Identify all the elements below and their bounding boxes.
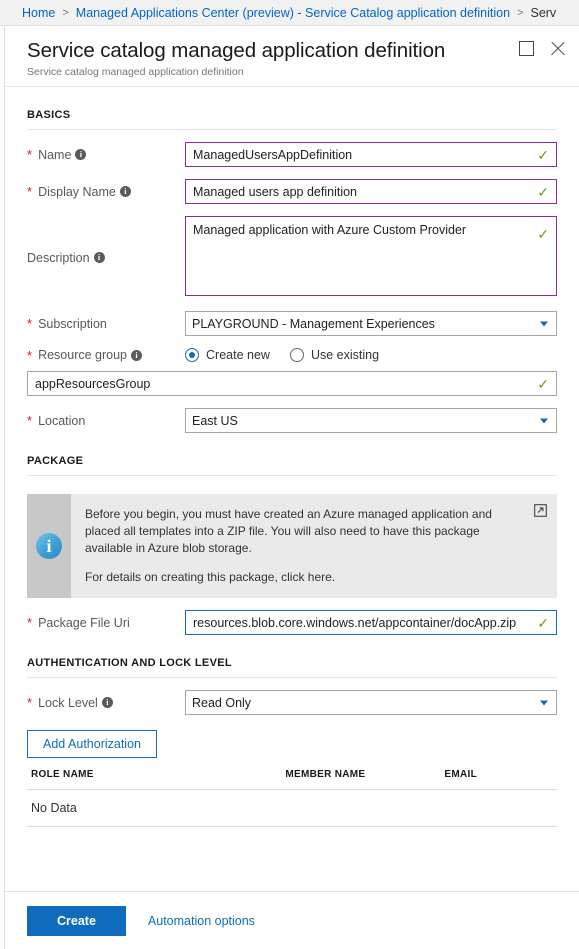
name-input[interactable] <box>185 142 557 167</box>
radio-label-create-new: Create new <box>206 348 270 362</box>
lock-level-select[interactable]: Read Only <box>185 690 557 716</box>
info-box-paragraph-1: Before you begin, you must have created … <box>85 507 492 556</box>
blade-panel: Service catalog managed application defi… <box>4 27 579 949</box>
label-description: Description i <box>27 251 185 265</box>
close-icon[interactable] <box>550 41 565 56</box>
required-asterisk-location: * <box>27 413 33 428</box>
column-header-role-name: ROLE NAME <box>27 769 282 791</box>
resource-group-name-input[interactable] <box>27 371 557 396</box>
input-wrap-resource-group-name: ✓ <box>27 371 557 396</box>
input-wrap-name: ✓ <box>185 142 557 167</box>
field-row-resource-group: * Resource group i Create new Use existi… <box>27 348 557 362</box>
package-file-uri-input[interactable] <box>185 610 557 636</box>
label-name: * Name i <box>27 148 185 162</box>
field-row-name: * Name i ✓ <box>27 142 557 167</box>
label-description-text: Description <box>27 250 90 265</box>
blade-titlebar: Service catalog managed application defi… <box>5 27 579 87</box>
field-row-package-file-uri: * Package File Uri ✓ <box>27 610 557 636</box>
info-box-text: Before you begin, you must have created … <box>71 494 557 598</box>
subscription-select[interactable]: PLAYGROUND - Management Experiences <box>185 311 557 336</box>
breadcrumb-item-managed-applications-center[interactable]: Managed Applications Center (preview) - … <box>76 6 510 20</box>
radio-use-existing[interactable]: Use existing <box>289 348 380 362</box>
label-display-name: * Display Name i <box>27 185 185 199</box>
section-header-basics: BASICS <box>27 109 71 121</box>
required-asterisk-name: * <box>27 147 33 162</box>
field-row-lock-level: * Lock Level i Read Only <box>27 690 557 716</box>
section-divider-package <box>27 475 557 476</box>
automation-options-link[interactable]: Automation options <box>148 914 255 928</box>
maximize-icon[interactable] <box>519 41 534 56</box>
label-subscription: * Subscription <box>27 317 185 331</box>
display-name-input[interactable] <box>185 179 557 204</box>
breadcrumb-separator-icon-2: > <box>517 6 524 19</box>
info-box-band: i <box>27 494 71 599</box>
external-link-icon[interactable] <box>534 504 547 517</box>
required-asterisk-lock-level: * <box>27 695 33 711</box>
info-icon-display-name[interactable]: i <box>119 186 131 197</box>
section-header-authentication: AUTHENTICATION AND LOCK LEVEL <box>27 657 232 670</box>
table-row: No Data <box>27 789 557 828</box>
breadcrumb-item-home[interactable]: Home <box>22 6 55 20</box>
label-name-text: Name <box>38 147 72 162</box>
resource-group-mode-radios: Create new Use existing <box>185 348 557 362</box>
input-wrap-lock-level: Read Only <box>185 690 557 716</box>
field-row-location: * Location East US <box>27 408 557 433</box>
info-icon-name[interactable]: i <box>75 149 87 160</box>
label-location-text: Location <box>38 413 86 428</box>
package-info-box: i Before you begin, you must have create… <box>27 494 557 599</box>
column-header-email: EMAIL <box>440 769 557 791</box>
required-asterisk-subscription: * <box>27 316 33 331</box>
section-divider-authentication <box>27 677 557 679</box>
authorization-table: ROLE NAME MEMBER NAME EMAIL No Data <box>27 769 557 828</box>
breadcrumb-item-current: Serv <box>530 5 557 20</box>
label-package-file-uri: * Package File Uri <box>27 616 185 630</box>
create-button[interactable]: Create <box>27 905 126 936</box>
input-wrap-display-name: ✓ <box>185 179 557 204</box>
label-package-file-uri-text: Package File Uri <box>38 615 130 630</box>
column-header-member-name: MEMBER NAME <box>281 769 441 791</box>
label-lock-level: * Lock Level i <box>27 696 185 710</box>
section-divider-basics <box>27 129 557 130</box>
required-asterisk-package-file-uri: * <box>27 615 33 631</box>
window-controls <box>519 41 565 56</box>
page-subtitle: Service catalog managed application defi… <box>27 66 244 78</box>
table-header-row: ROLE NAME MEMBER NAME EMAIL <box>27 769 557 791</box>
section-header-package: PACKAGE <box>27 455 84 467</box>
radio-dot-create-new[interactable] <box>185 348 199 362</box>
radio-dot-use-existing[interactable] <box>289 348 304 362</box>
info-icon-description[interactable]: i <box>93 252 105 263</box>
description-textarea[interactable]: Managed application with Azure Custom Pr… <box>185 216 557 296</box>
label-subscription-text: Subscription <box>38 316 107 331</box>
table-empty-cell: No Data <box>27 789 557 828</box>
input-wrap-package-file-uri: ✓ <box>185 610 557 636</box>
field-row-subscription: * Subscription PLAYGROUND - Management E… <box>27 311 557 336</box>
info-icon-resource-group[interactable]: i <box>131 349 143 361</box>
radio-create-new[interactable]: Create new <box>185 348 270 362</box>
info-box-paragraph-2: For details on creating this package, cl… <box>85 570 336 585</box>
information-icon: i <box>36 533 62 560</box>
input-wrap-location: East US <box>185 408 557 433</box>
form-body: BASICS * Name i ✓ * Display Name i ✓ <box>5 87 579 828</box>
label-location: * Location <box>27 414 185 428</box>
field-row-description: Description i Managed application with A… <box>27 216 557 299</box>
info-icon-lock-level[interactable]: i <box>101 697 113 709</box>
radio-label-use-existing: Use existing <box>310 348 380 362</box>
label-resource-group: * Resource group i <box>27 348 185 362</box>
breadcrumb-separator-icon: > <box>62 6 69 19</box>
breadcrumb: Home > Managed Applications Center (prev… <box>0 0 579 26</box>
blade-footer: Create Automation options <box>5 891 579 949</box>
input-wrap-description: Managed application with Azure Custom Pr… <box>185 216 557 299</box>
add-authorization-button[interactable]: Add Authorization <box>27 730 157 759</box>
input-wrap-subscription: PLAYGROUND - Management Experiences <box>185 311 557 336</box>
page-title: Service catalog managed application defi… <box>27 39 446 62</box>
required-asterisk-display-name: * <box>27 184 33 199</box>
field-row-display-name: * Display Name i ✓ <box>27 179 557 204</box>
label-resource-group-text: Resource group <box>38 348 128 362</box>
label-lock-level-text: Lock Level <box>38 695 98 710</box>
location-select[interactable]: East US <box>185 408 557 433</box>
label-display-name-text: Display Name <box>38 184 116 199</box>
required-asterisk-resource-group: * <box>27 347 33 363</box>
